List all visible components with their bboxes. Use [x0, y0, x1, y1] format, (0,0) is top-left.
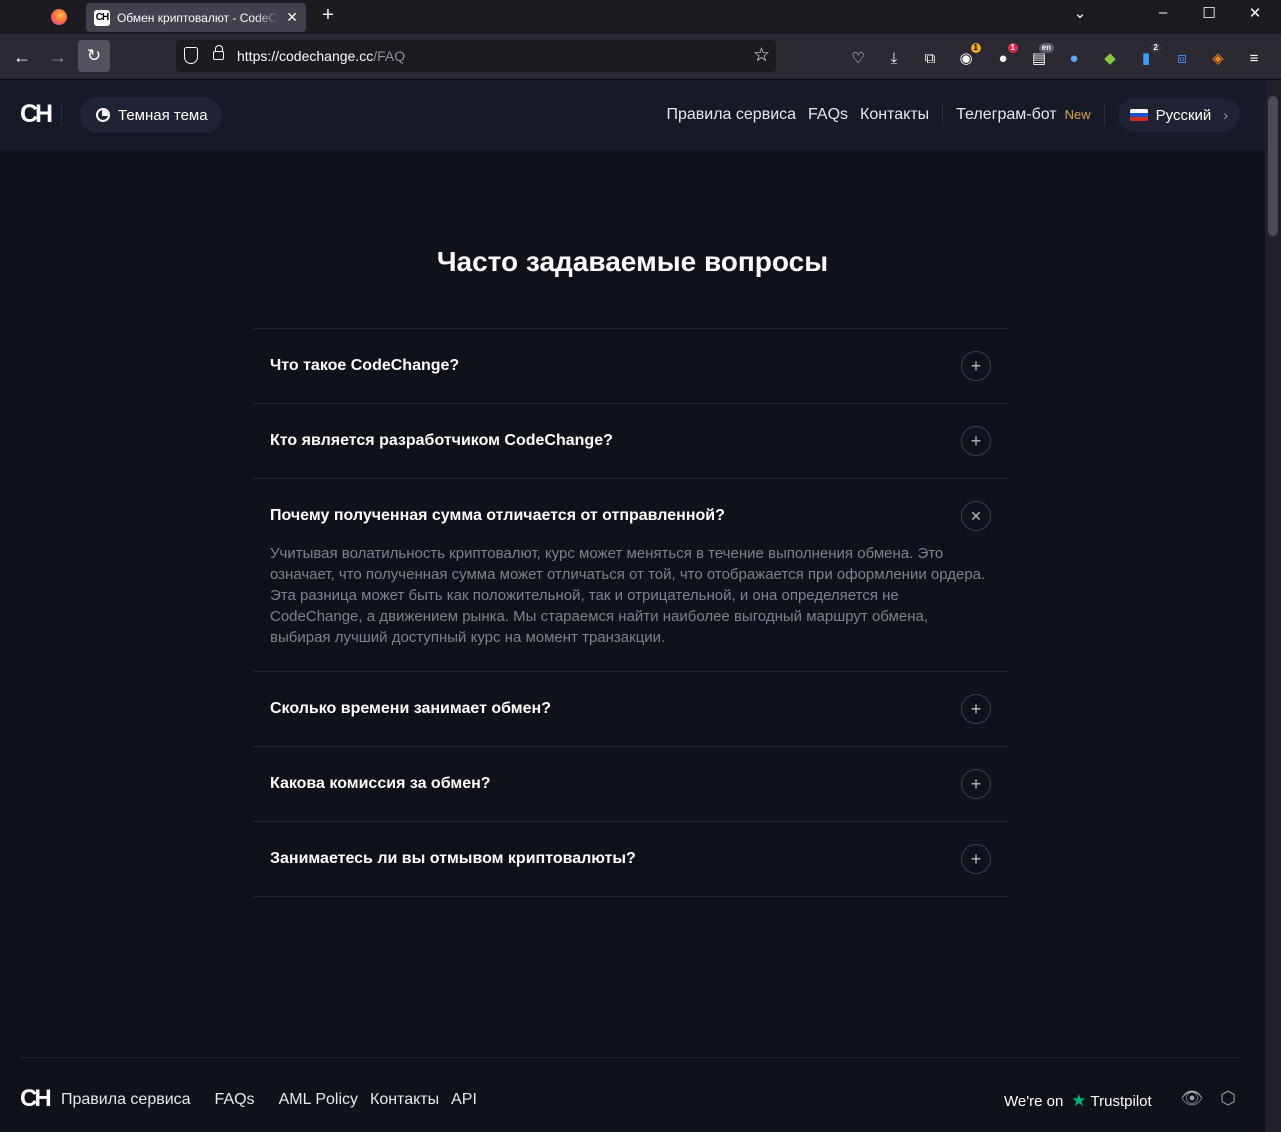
browser-tabbar: CH Обмен криптовалют - CodeChange ✕ + ⌄ … [0, 0, 1281, 34]
faq-item[interactable]: Какова комиссия за обмен? + [253, 747, 1008, 822]
theme-half-circle-icon [96, 108, 110, 122]
pocket-icon[interactable]: ♡ [848, 48, 868, 68]
footer-rules-link[interactable]: Правила сервиса [61, 1091, 191, 1109]
faq-list: Что такое CodeChange? + Кто является раз… [253, 328, 1008, 897]
minimize-window-button[interactable]: – [1151, 4, 1175, 21]
trustpilot-star-icon: ★ [1071, 1091, 1087, 1110]
nav-faqs-link[interactable]: FAQs [808, 106, 848, 124]
close-icon[interactable]: ✕ [961, 501, 991, 531]
plus-icon[interactable]: + [961, 426, 991, 456]
extensions-puzzle-icon[interactable]: ⧉ [920, 48, 940, 68]
faq-answer: Учитывая волатильность криптовалют, курс… [270, 545, 986, 646]
ext-8-metamask-icon[interactable]: ◈ [1208, 48, 1228, 68]
new-badge: New [1064, 107, 1091, 122]
tracking-protection-shield-icon[interactable] [184, 47, 198, 64]
faq-question[interactable]: Кто является разработчиком CodeChange? [270, 404, 991, 478]
ext-2-icon[interactable]: ● 1 [993, 43, 1018, 68]
faq-question[interactable]: Занимаетесь ли вы отмывом криптовалюты? [270, 822, 991, 896]
footer-divider [20, 1057, 1240, 1058]
faq-question[interactable]: Сколько времени занимает обмен? [270, 672, 991, 746]
header-nav: Правила сервиса FAQs Контакты Телеграм-б… [654, 98, 1240, 132]
footer-logo[interactable]: CH [20, 1085, 52, 1113]
site-logo[interactable]: CH [20, 100, 53, 129]
footer-aml-link[interactable]: AML Policy [279, 1091, 358, 1109]
page-scrollbar[interactable] [1265, 80, 1281, 1132]
footer-links: Правила сервиса FAQs AML Policy Контакты… [61, 1091, 489, 1109]
close-window-button[interactable]: ✕ [1243, 4, 1267, 22]
lock-icon[interactable] [213, 45, 224, 60]
plus-icon[interactable]: + [961, 844, 991, 874]
ext-6-badge: 2 [1150, 43, 1161, 53]
ext-5-icon[interactable]: ◆ [1100, 48, 1120, 68]
theme-toggle-button[interactable]: Темная тема [80, 97, 222, 133]
downloads-icon[interactable]: ⤓ [884, 48, 904, 68]
tab-close-icon[interactable]: ✕ [286, 9, 298, 26]
site-footer: CH Правила сервиса FAQs AML Policy Конта… [0, 1080, 1265, 1120]
forward-button[interactable]: → [44, 43, 72, 71]
url-text[interactable]: https://codechange.cc/FAQ [237, 48, 405, 64]
ext-2-badge: 1 [1007, 43, 1018, 53]
nav-rules-link[interactable]: Правила сервиса [666, 106, 796, 124]
trustpilot-name: Trustpilot [1090, 1092, 1152, 1110]
theme-label: Темная тема [118, 106, 208, 124]
faq-item[interactable]: Кто является разработчиком CodeChange? + [253, 404, 1008, 479]
ext-4-icon[interactable]: ● [1064, 48, 1084, 68]
faq-question[interactable]: Почему полученная сумма отличается от от… [270, 479, 991, 553]
cube-icon[interactable]: ⬡ [1216, 1088, 1240, 1112]
footer-faqs-link[interactable]: FAQs [215, 1091, 255, 1109]
faq-item[interactable]: Что такое CodeChange? + [253, 329, 1008, 404]
eye-icon[interactable]: 👁 [1180, 1088, 1204, 1112]
page-content: CH Темная тема Правила сервиса FAQs Конт… [0, 80, 1265, 1132]
scrollbar-thumb[interactable] [1268, 96, 1278, 236]
trustpilot-link[interactable]: We're on ★ Trustpilot [1004, 1091, 1152, 1111]
maximize-window-button[interactable]: ☐ [1197, 4, 1221, 22]
chevron-right-icon: › [1223, 107, 1228, 123]
footer-api-link[interactable]: API [451, 1091, 477, 1109]
browser-tab-active[interactable]: CH Обмен криптовалют - CodeChange ✕ [86, 3, 306, 32]
reload-button[interactable]: ↻ [78, 40, 110, 72]
header-divider [61, 104, 62, 126]
nav-contacts-link[interactable]: Контакты [860, 106, 929, 124]
ext-6-icon[interactable]: ▮ 2 [1136, 43, 1161, 68]
nav-divider [942, 104, 944, 126]
russia-flag-icon [1129, 109, 1148, 121]
ext-1-badge: 1 [970, 43, 981, 53]
firefox-view-tab[interactable] [40, 0, 78, 34]
faq-question[interactable]: Что такое CodeChange? [270, 329, 991, 403]
language-label: Русский [1155, 106, 1212, 124]
ext-1-icon[interactable]: ◉ 1 [956, 43, 981, 68]
back-button[interactable]: ← [8, 43, 36, 71]
faq-item[interactable]: Занимаетесь ли вы отмывом криптовалюты? … [253, 822, 1008, 897]
address-bar[interactable]: https://codechange.cc/FAQ ☆ [176, 40, 776, 72]
language-selector-button[interactable]: Русский › [1117, 98, 1240, 132]
plus-icon[interactable]: + [961, 351, 991, 381]
faq-question[interactable]: Какова комиссия за обмен? [270, 747, 991, 821]
ext-3-badge: en [1038, 43, 1054, 53]
trustpilot-prefix: We're on [1004, 1092, 1064, 1110]
url-host: https://codechange.cc [237, 48, 374, 64]
plus-icon[interactable]: + [961, 769, 991, 799]
nav-telegram-link[interactable]: Телеграм-бот New [956, 106, 1091, 124]
new-tab-button[interactable]: + [316, 4, 340, 27]
ext-7-translate-icon[interactable]: ⧈ [1172, 48, 1192, 68]
bookmark-star-icon[interactable]: ☆ [753, 44, 770, 67]
faq-item[interactable]: Сколько времени занимает обмен? + [253, 672, 1008, 747]
url-path: /FAQ [373, 48, 406, 64]
faq-item-open[interactable]: Почему полученная сумма отличается от от… [253, 479, 1008, 672]
page-title: Часто задаваемые вопросы [436, 246, 829, 277]
plus-icon[interactable]: + [961, 694, 991, 724]
codechange-favicon-icon: CH [94, 9, 110, 26]
nav-telegram-label: Телеграм-бот [956, 106, 1057, 123]
firefox-icon [51, 9, 67, 25]
ext-3-icon[interactable]: ▤ en [1029, 43, 1054, 68]
list-tabs-chevron-icon[interactable]: ⌄ [1068, 4, 1092, 22]
browser-navbar: ← → ↻ https://codechange.cc/FAQ ☆ ♡ ⤓ ⧉ … [0, 34, 1281, 80]
site-header: CH Темная тема Правила сервиса FAQs Конт… [0, 80, 1265, 150]
footer-contacts-link[interactable]: Контакты [370, 1091, 439, 1109]
menu-hamburger-icon[interactable]: ≡ [1244, 48, 1264, 68]
tab-title: Обмен криптовалют - CodeChange [116, 10, 279, 25]
nav-divider [1103, 104, 1105, 126]
